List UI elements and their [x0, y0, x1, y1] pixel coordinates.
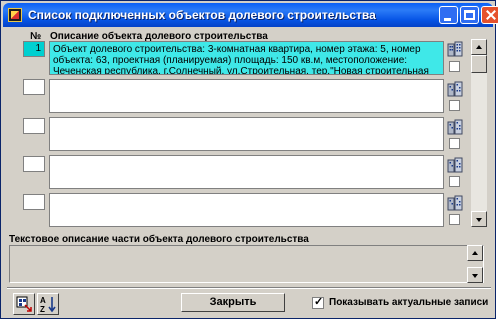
building-icon[interactable]	[447, 195, 463, 211]
building-icon[interactable]	[447, 41, 463, 57]
row-checkbox[interactable]	[449, 61, 460, 72]
text-description-scrollbar[interactable]	[467, 245, 483, 283]
scroll-thumb[interactable]	[471, 55, 487, 73]
building-icon[interactable]	[447, 119, 463, 135]
maximize-button[interactable]	[460, 6, 479, 24]
scroll-up-button[interactable]	[467, 245, 483, 261]
building-icon[interactable]	[447, 157, 463, 173]
close-window-button[interactable]	[481, 6, 498, 24]
row-description[interactable]	[49, 155, 444, 189]
minimize-button[interactable]	[439, 6, 458, 24]
row-checkbox[interactable]	[449, 100, 460, 111]
scroll-up-button[interactable]	[471, 39, 487, 55]
sort-icon: A Z	[40, 296, 56, 314]
select-all-button[interactable]	[13, 293, 35, 315]
row-checkbox[interactable]	[449, 176, 460, 187]
scroll-down-button[interactable]	[467, 267, 483, 283]
svg-text:Z: Z	[40, 305, 45, 314]
dialog-window: Список подключенных объектов долевого ст…	[0, 0, 498, 319]
sort-button[interactable]: A Z	[37, 293, 59, 315]
row-description[interactable]	[49, 79, 444, 113]
building-icon[interactable]	[447, 81, 463, 97]
row-checkbox[interactable]	[449, 138, 460, 149]
row-description[interactable]	[49, 117, 444, 151]
row-number[interactable]	[23, 118, 45, 134]
window-title: Список подключенных объектов долевого ст…	[28, 8, 376, 22]
show-actual-checkbox[interactable]: ✓	[312, 296, 324, 309]
title-bar[interactable]: Список подключенных объектов долевого ст…	[3, 3, 498, 27]
checkmark-icon: ✓	[314, 296, 324, 308]
text-description-label: Текстовое описание части объекта долевог…	[9, 234, 309, 245]
show-actual-label[interactable]: Показывать актуальные записи	[329, 297, 488, 308]
close-button[interactable]: Закрыть	[181, 293, 285, 312]
app-icon	[8, 8, 22, 22]
scroll-down-button[interactable]	[471, 211, 487, 227]
row-number[interactable]	[23, 156, 45, 172]
row-number[interactable]: 1	[23, 41, 45, 57]
select-all-icon	[16, 296, 32, 312]
row-description[interactable]	[49, 193, 444, 227]
row-number[interactable]	[23, 194, 45, 210]
table-scrollbar[interactable]	[471, 39, 487, 227]
text-description-field[interactable]	[9, 245, 484, 283]
divider	[7, 287, 491, 288]
row-number[interactable]	[23, 79, 45, 95]
svg-text:A: A	[40, 296, 46, 305]
row-description[interactable]: Объект долевого строительства: 3-комнатн…	[49, 41, 444, 75]
row-checkbox[interactable]	[449, 214, 460, 225]
